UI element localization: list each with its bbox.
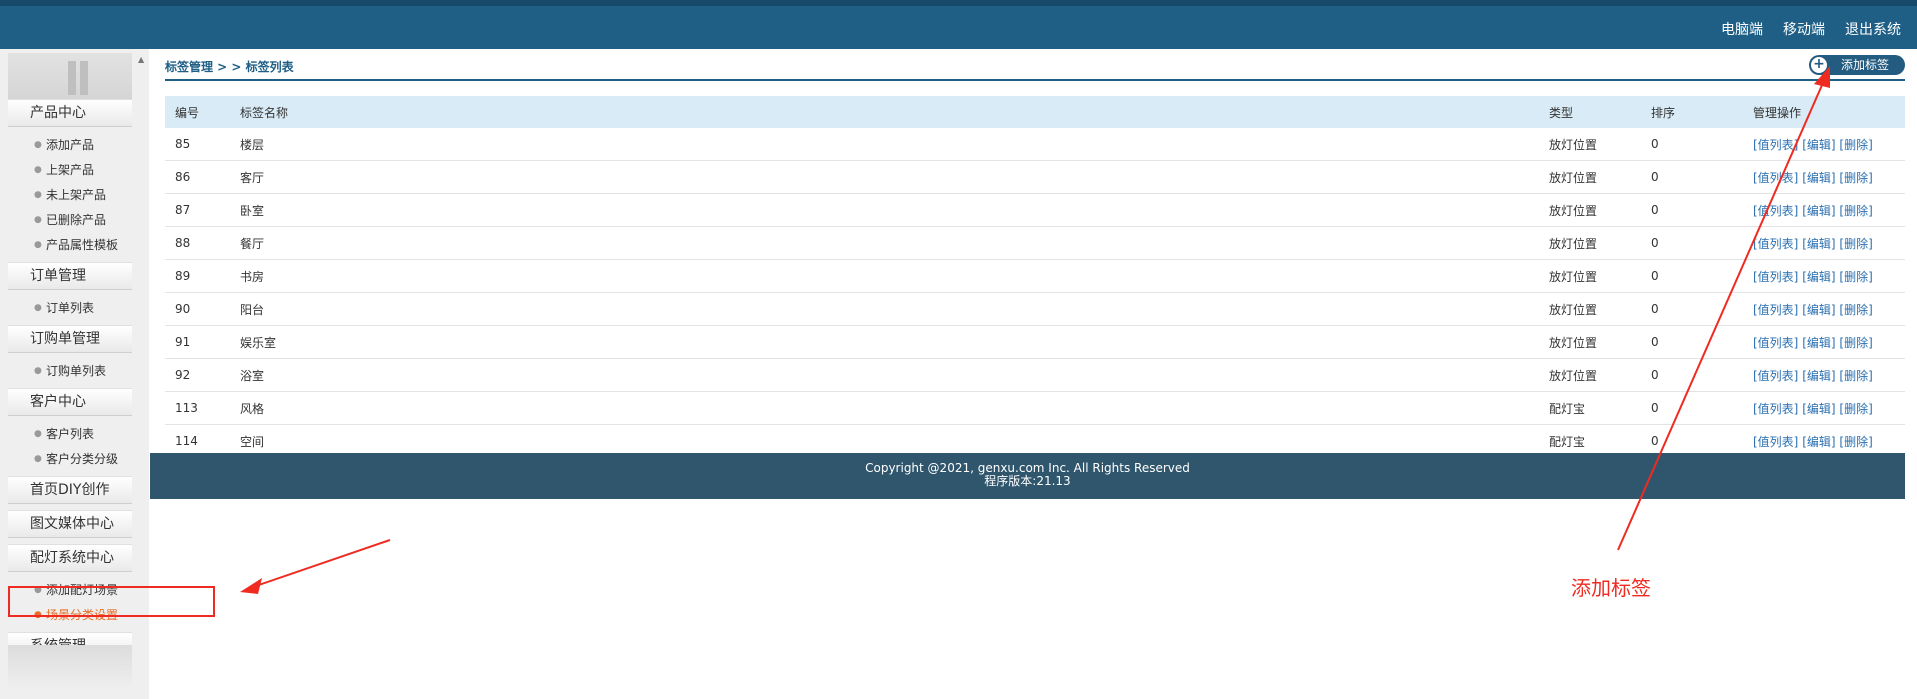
arrow-head-right [1814, 66, 1830, 88]
arrow-line-left [249, 539, 391, 589]
arrow-head-left [240, 578, 262, 594]
annotation-label: 添加标签 [1571, 576, 1651, 600]
arrow-line-right [1617, 75, 1827, 551]
